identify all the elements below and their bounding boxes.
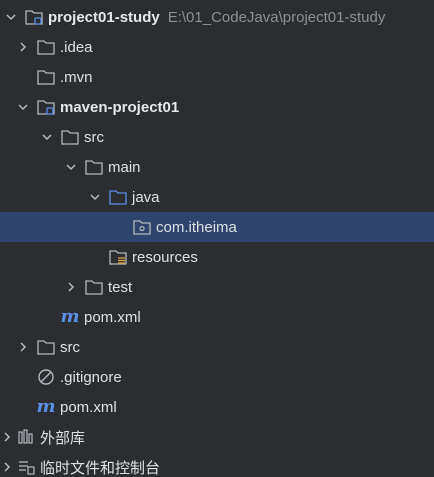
folder-icon — [36, 337, 56, 357]
tree-item-label: main — [108, 158, 141, 176]
tree-item-idea[interactable]: .idea — [0, 32, 434, 62]
tree-item-scratches[interactable]: 临时文件和控制台 — [0, 452, 434, 477]
module-folder-icon — [36, 97, 56, 117]
tree-item-maven-project01[interactable]: maven-project01 — [0, 92, 434, 122]
tree-item-mvn[interactable]: .mvn — [0, 62, 434, 92]
tree-item-label: com.itheima — [156, 218, 237, 236]
tree-item-main[interactable]: main — [0, 152, 434, 182]
tree-item-label: maven-project01 — [60, 98, 180, 116]
chevron-down-icon[interactable] — [40, 130, 54, 144]
tree-item-label: .gitignore — [60, 368, 122, 386]
chevron-down-icon[interactable] — [64, 160, 78, 174]
project-root-path: E:\01_CodeJava\project01-study — [167, 8, 386, 26]
scratches-icon — [16, 457, 36, 477]
tree-item-label: pom.xml — [84, 308, 141, 326]
ignored-file-icon — [36, 367, 56, 387]
tree-item-external-libraries[interactable]: 外部库 — [0, 422, 434, 452]
chevron-right-icon[interactable] — [0, 430, 14, 444]
chevron-right-icon[interactable] — [16, 40, 30, 54]
tree-item-root-src[interactable]: src — [0, 332, 434, 362]
tree-item-project-root[interactable]: project01-study E:\01_CodeJava\project01… — [0, 2, 434, 32]
tree-item-label: test — [108, 278, 133, 296]
tree-item-module-src[interactable]: src — [0, 122, 434, 152]
tree-item-label: pom.xml — [60, 398, 117, 416]
folder-icon — [84, 157, 104, 177]
tree-item-test[interactable]: test — [0, 272, 434, 302]
source-folder-icon — [108, 187, 128, 207]
chevron-right-icon[interactable] — [64, 280, 78, 294]
chevron-down-icon[interactable] — [16, 100, 30, 114]
chevron-down-icon[interactable] — [4, 10, 18, 24]
library-icon — [16, 427, 36, 447]
tree-item-label: .mvn — [60, 68, 93, 86]
folder-icon — [84, 277, 104, 297]
folder-icon — [36, 37, 56, 57]
module-folder-icon — [24, 7, 44, 27]
tree-item-label: src — [60, 338, 80, 356]
tree-item-label: java — [132, 188, 160, 206]
maven-icon: m — [60, 306, 80, 327]
folder-icon — [36, 67, 56, 87]
tree-item-label: resources — [132, 248, 198, 266]
package-icon — [132, 217, 152, 237]
tree-item-label: 临时文件和控制台 — [40, 459, 161, 477]
project-root-label: project01-study — [48, 8, 160, 26]
tree-item-label: src — [84, 128, 104, 146]
resources-folder-icon — [108, 247, 128, 267]
tree-item-label: .idea — [60, 38, 93, 56]
tree-item-label: 外部库 — [40, 429, 86, 447]
maven-icon: m — [36, 396, 56, 417]
project-tree: project01-study E:\01_CodeJava\project01… — [0, 0, 434, 477]
chevron-right-icon[interactable] — [0, 460, 14, 474]
chevron-right-icon[interactable] — [16, 340, 30, 354]
tree-item-resources[interactable]: resources — [0, 242, 434, 272]
tree-item-java[interactable]: java — [0, 182, 434, 212]
tree-item-gitignore[interactable]: .gitignore — [0, 362, 434, 392]
tree-item-package-selected[interactable]: com.itheima — [0, 212, 434, 242]
tree-item-module-pom[interactable]: m pom.xml — [0, 302, 434, 332]
folder-icon — [60, 127, 80, 147]
chevron-down-icon[interactable] — [88, 190, 102, 204]
tree-item-root-pom[interactable]: m pom.xml — [0, 392, 434, 422]
